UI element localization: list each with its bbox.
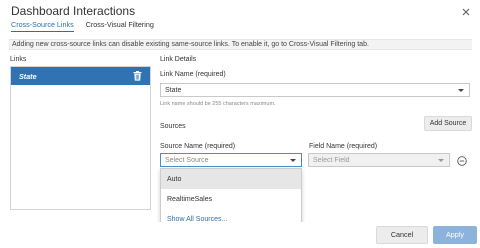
links-list: State	[10, 66, 151, 210]
source-placeholder: Select Source	[165, 156, 209, 164]
source-name-select[interactable]: Select Source	[160, 153, 302, 167]
dashboard-interactions-dialog: Dashboard Interactions Cross-Source Link…	[0, 0, 480, 248]
link-name-select[interactable]: State	[160, 83, 470, 97]
source-name-label: Source Name (required)	[160, 143, 236, 150]
chevron-down-icon	[290, 159, 296, 162]
trash-icon[interactable]	[133, 71, 142, 81]
tab-cross-source-links[interactable]: Cross-Source Links	[11, 20, 74, 32]
link-item-label: State	[19, 71, 37, 81]
cancel-button[interactable]: Cancel	[376, 226, 428, 244]
link-name-value: State	[165, 86, 182, 94]
link-item-state[interactable]: State	[11, 67, 150, 85]
tab-bar: Cross-Source Links Cross-Visual Filterin…	[11, 20, 154, 32]
tab-cross-visual-filtering[interactable]: Cross-Visual Filtering	[86, 20, 154, 32]
info-notice: Adding new cross-source links can disabl…	[9, 39, 472, 50]
link-name-hint: Link name should be 255 characters maxim…	[160, 101, 276, 107]
chevron-down-icon	[438, 159, 444, 162]
remove-source-icon[interactable]	[457, 156, 467, 166]
dropdown-option-realtimesales[interactable]: RealtimeSales	[161, 189, 301, 209]
add-source-button[interactable]: Add Source	[424, 116, 472, 131]
apply-button[interactable]: Apply	[433, 226, 477, 244]
dropdown-option-auto[interactable]: Auto	[161, 169, 301, 189]
dialog-title: Dashboard Interactions	[11, 4, 136, 18]
field-name-label: Field Name (required)	[309, 143, 378, 150]
field-placeholder: Select Field	[313, 156, 350, 164]
links-heading: Links	[10, 56, 27, 63]
field-name-select[interactable]: Select Field	[308, 153, 450, 167]
sources-heading: Sources	[160, 123, 186, 130]
source-dropdown-menu: Auto RealtimeSales Show All Sources...	[160, 168, 302, 230]
chevron-down-icon	[458, 89, 464, 92]
link-details-heading: Link Details	[160, 56, 197, 63]
link-name-label: Link Name (required)	[160, 71, 226, 78]
close-icon[interactable]	[460, 6, 472, 18]
